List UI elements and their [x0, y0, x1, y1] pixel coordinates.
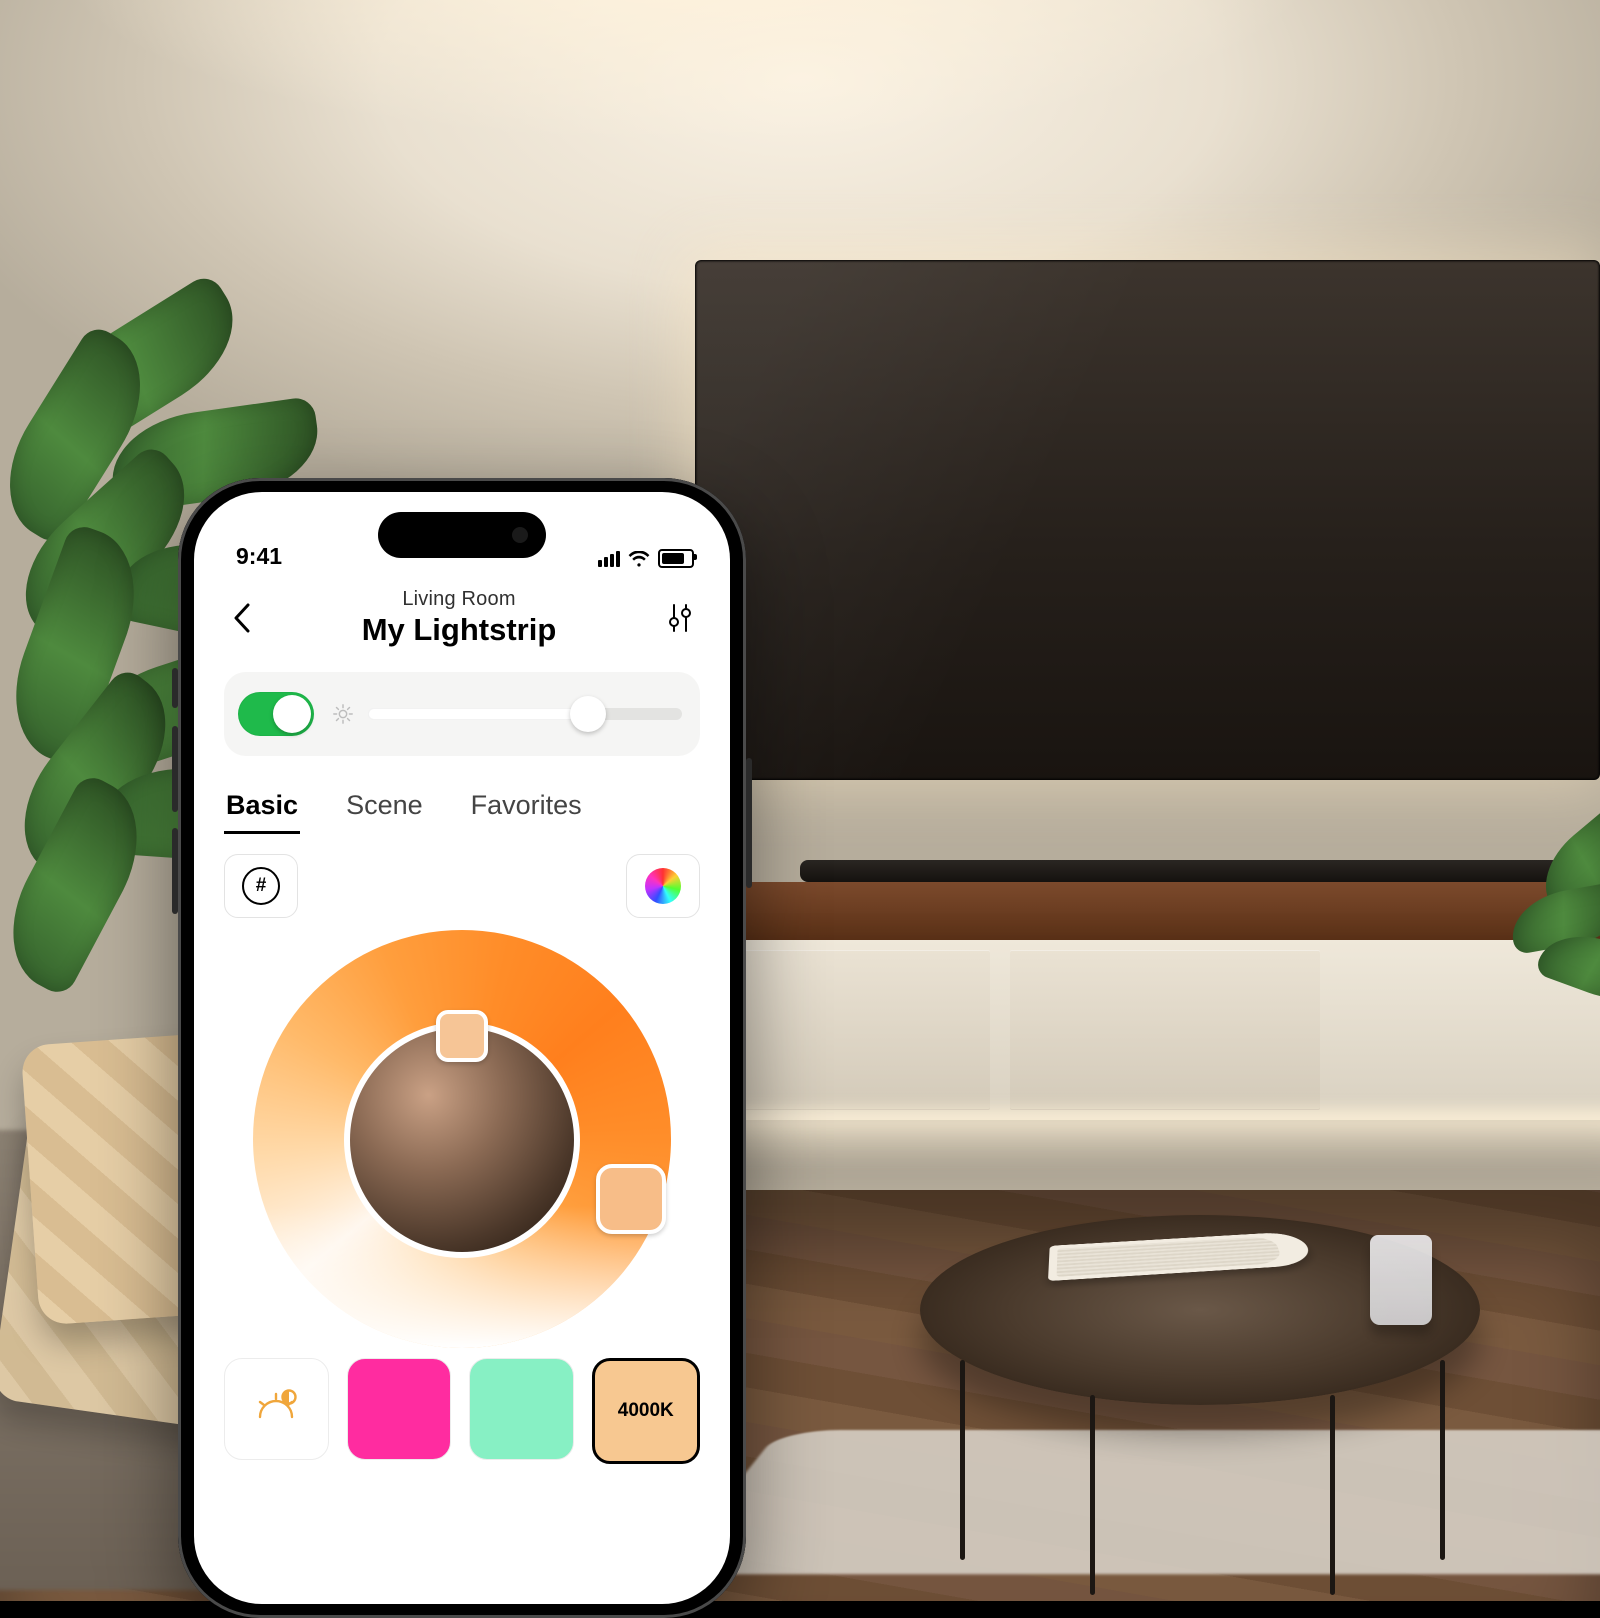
preset-temperature[interactable]: 4000K	[592, 1358, 701, 1464]
tab-favorites[interactable]: Favorites	[469, 786, 584, 834]
preset-circadian[interactable]	[224, 1358, 329, 1460]
room-label: Living Room	[258, 588, 660, 611]
hex-input-button[interactable]: #	[224, 854, 298, 918]
status-bar: 9:41	[194, 492, 730, 576]
cellular-signal-icon	[598, 551, 620, 567]
brightness-icon	[332, 703, 354, 725]
preset-temperature-label: 4000K	[618, 1400, 674, 1422]
hash-icon: #	[242, 867, 280, 905]
tab-basic[interactable]: Basic	[224, 786, 300, 834]
color-ring-handle-a[interactable]	[436, 1010, 488, 1062]
status-time: 9:41	[236, 543, 282, 570]
battery-icon	[658, 549, 694, 568]
mode-tabs: Basic Scene Favorites	[224, 786, 700, 834]
phone-frame: 9:41 Living Room	[178, 478, 746, 1618]
power-brightness-row	[224, 672, 700, 756]
settings-button[interactable]	[660, 596, 700, 640]
color-temperature-ring[interactable]	[224, 930, 700, 1350]
wifi-icon	[628, 551, 650, 567]
preset-color-1[interactable]	[347, 1358, 452, 1460]
back-button[interactable]	[224, 594, 258, 642]
device-name: My Lightstrip	[258, 612, 660, 648]
preset-color-2[interactable]	[469, 1358, 574, 1460]
brightness-slider[interactable]	[368, 703, 682, 725]
rgb-picker-button[interactable]	[626, 854, 700, 918]
color-wheel-icon	[645, 868, 681, 904]
power-toggle[interactable]	[238, 692, 314, 736]
color-ring-handle-b[interactable]	[596, 1164, 666, 1234]
tab-scene[interactable]: Scene	[344, 786, 425, 834]
preset-row: 4000K	[224, 1358, 700, 1464]
phone-screen: 9:41 Living Room	[194, 492, 730, 1604]
